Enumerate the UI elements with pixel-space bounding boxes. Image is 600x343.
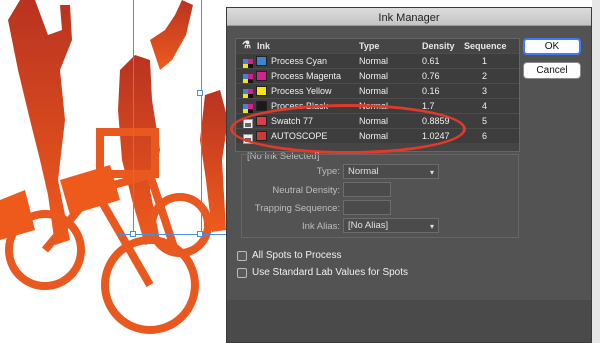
- process-ink-icon: [243, 86, 253, 99]
- neutral-density-label: Neutral Density:: [272, 185, 340, 196]
- ink-alias-select[interactable]: [No Alias] ▾: [343, 218, 439, 233]
- column-header-sequence[interactable]: Sequence: [464, 39, 507, 53]
- selection-handle[interactable]: [197, 231, 203, 237]
- column-header-type[interactable]: Type: [359, 39, 379, 53]
- ink-properties-panel: Type: Normal ▾ Neutral Density: Trapping…: [241, 154, 519, 238]
- ink-type: Normal: [359, 71, 389, 81]
- silhouette-people-icon: [8, 0, 228, 245]
- ink-row[interactable]: Process Magenta Normal 0.76 2: [236, 68, 519, 84]
- all-spots-label[interactable]: All Spots to Process: [252, 250, 341, 261]
- ink-sequence: 5: [482, 116, 488, 126]
- ink-alias-value: [No Alias]: [348, 220, 389, 231]
- selection-line-vertical: [201, 0, 202, 235]
- ink-sequence: 4: [482, 101, 488, 111]
- ink-row[interactable]: Process Yellow Normal 0.16 3: [236, 83, 519, 99]
- ink-swatch: [256, 56, 267, 66]
- type-select-value: Normal: [348, 166, 379, 177]
- ink-name: Process Yellow: [271, 86, 332, 96]
- standard-lab-label[interactable]: Use Standard Lab Values for Spots: [252, 267, 408, 278]
- ink-swatch: [256, 86, 267, 96]
- ink-alias-label: Ink Alias:: [301, 221, 340, 232]
- print-icon: ⚗: [242, 40, 251, 51]
- type-select[interactable]: Normal ▾: [343, 164, 439, 179]
- chevron-down-icon: ▾: [429, 222, 434, 231]
- ink-sequence: 2: [482, 71, 488, 81]
- ink-density: 0.76: [422, 71, 440, 81]
- ink-name: Process Cyan: [271, 56, 328, 66]
- ink-swatch: [256, 101, 267, 111]
- annotation-ellipse: [230, 104, 466, 154]
- dialog-title: Ink Manager: [378, 12, 440, 24]
- ink-row[interactable]: Process Cyan Normal 0.61 1: [236, 53, 519, 69]
- column-header-density[interactable]: Density: [422, 39, 455, 53]
- ink-density: 0.61: [422, 56, 440, 66]
- trapping-sequence-label: Trapping Sequence:: [254, 203, 340, 214]
- type-label: Type:: [316, 166, 340, 177]
- selection-handle[interactable]: [197, 90, 203, 96]
- process-ink-icon: [243, 101, 253, 114]
- ink-density: 0.16: [422, 86, 440, 96]
- selection-line-vertical: [133, 0, 134, 235]
- ok-button[interactable]: OK: [523, 38, 581, 55]
- cancel-button[interactable]: Cancel: [523, 62, 581, 79]
- ink-sequence: 1: [482, 56, 488, 66]
- process-ink-icon: [243, 71, 253, 84]
- dialog-title-bar[interactable]: Ink Manager: [227, 8, 591, 26]
- ink-name: Process Magenta: [271, 71, 342, 81]
- dialog-footer: [227, 300, 591, 342]
- neutral-density-field[interactable]: [343, 182, 391, 197]
- ink-sequence: 3: [482, 86, 488, 96]
- ink-type: Normal: [359, 56, 389, 66]
- ink-sequence: 6: [482, 131, 488, 141]
- bicycle-icon: [5, 128, 212, 334]
- ink-type: Normal: [359, 86, 389, 96]
- standard-lab-checkbox[interactable]: [237, 268, 247, 278]
- column-header-ink[interactable]: Ink: [257, 39, 270, 53]
- trapping-sequence-field[interactable]: [343, 200, 391, 215]
- right-panel-strip: [592, 0, 600, 343]
- ink-swatch: [256, 71, 267, 81]
- chevron-down-icon: ▾: [429, 168, 434, 177]
- all-spots-checkbox[interactable]: [237, 251, 247, 261]
- process-ink-icon: [243, 56, 253, 69]
- ink-manager-dialog: Ink Manager ⚗ Ink Type Density Sequence …: [226, 7, 592, 343]
- selection-handle[interactable]: [130, 231, 136, 237]
